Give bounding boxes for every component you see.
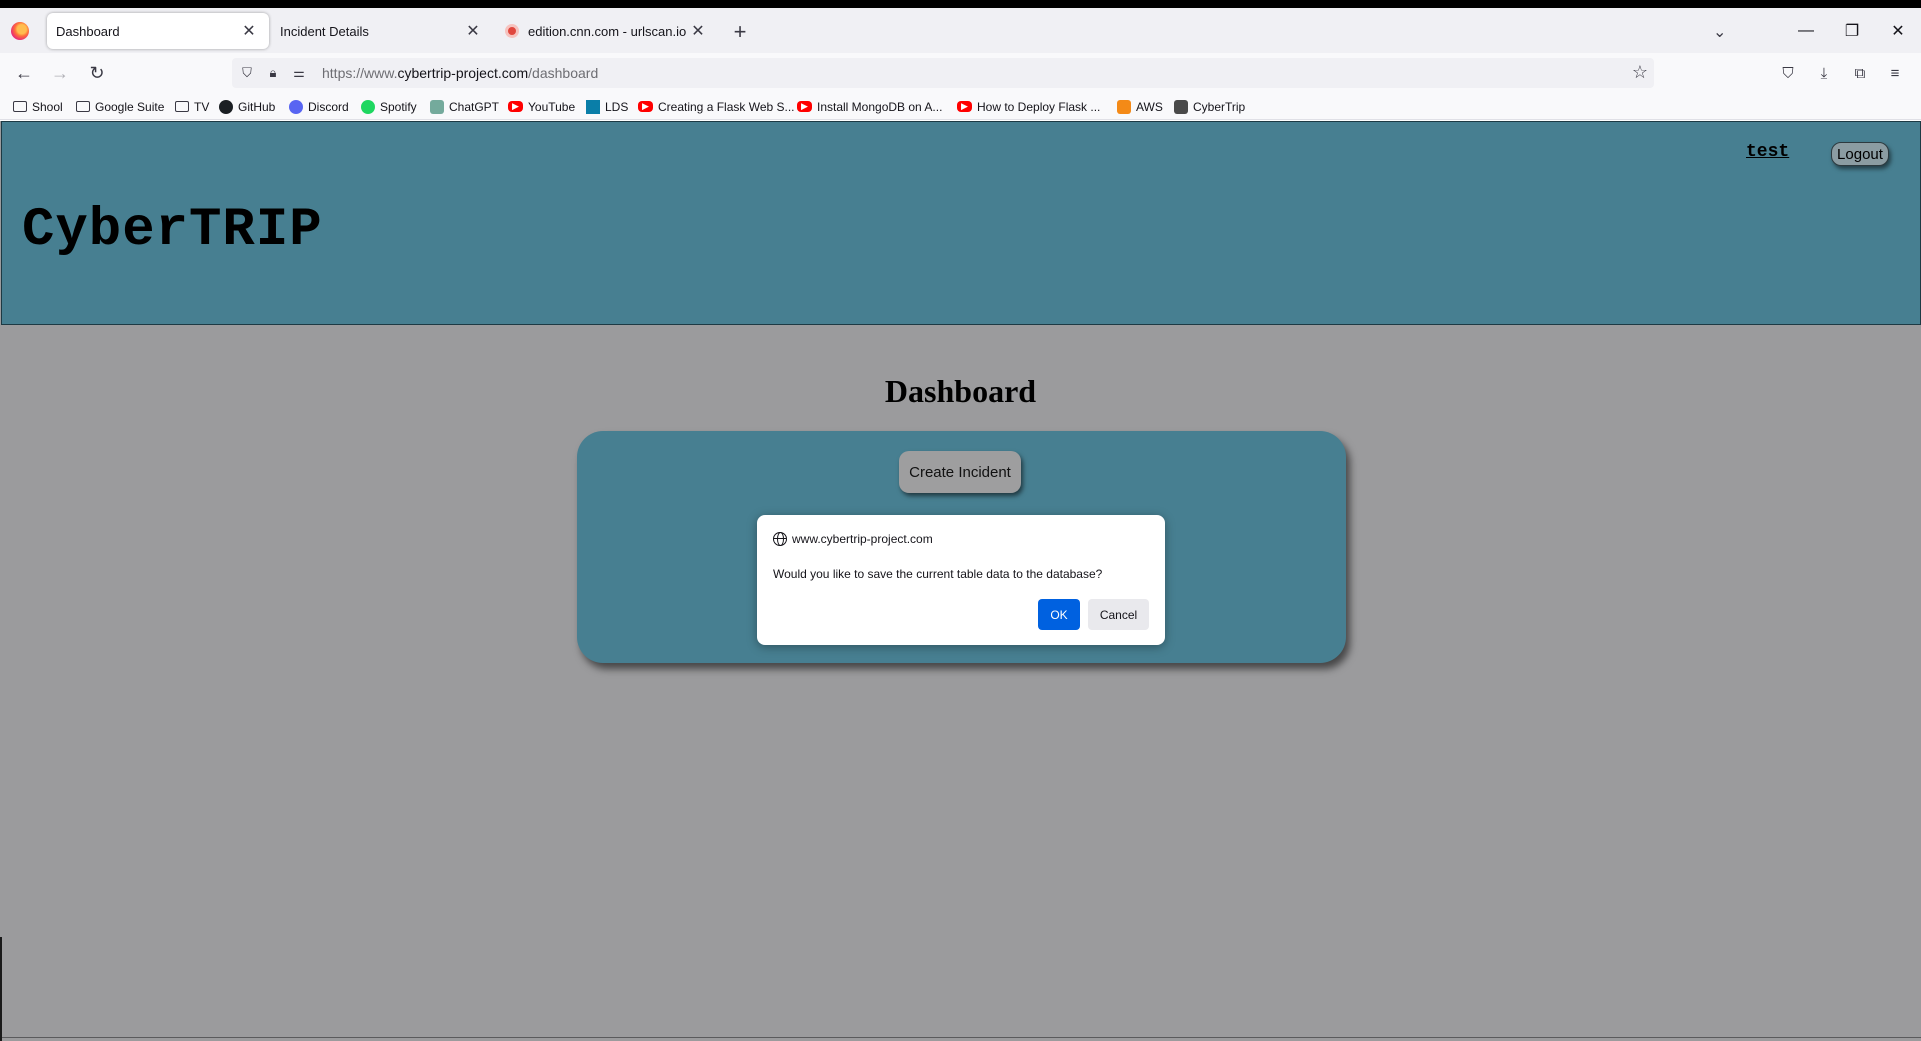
- tab-bar: Dashboard ✕ Incident Details ✕ edition.c…: [0, 8, 1921, 53]
- youtube-icon: ▶: [638, 101, 653, 112]
- user-link[interactable]: test: [1746, 142, 1789, 162]
- dialog-origin: www.cybertrip-project.com: [773, 532, 933, 546]
- ok-button[interactable]: OK: [1038, 599, 1080, 630]
- github-icon: [219, 99, 233, 114]
- cybertrip-icon: [1174, 99, 1188, 114]
- bookmark-label: Google Suite: [95, 99, 165, 114]
- bookmark-label: GitHub: [238, 99, 276, 114]
- logout-button[interactable]: Logout: [1831, 142, 1889, 166]
- url-text[interactable]: https://www.cybertrip-project.com/dashbo…: [322, 65, 598, 81]
- bookmark-label: Shool: [32, 99, 63, 114]
- restore-icon[interactable]: ❐: [1829, 8, 1875, 53]
- minimize-icon[interactable]: —: [1783, 8, 1829, 53]
- bookmark-cybertrip[interactable]: CyberTrip: [1174, 97, 1245, 116]
- page-title: Dashboard: [884, 373, 1037, 409]
- bookmark-label: YouTube: [528, 99, 576, 114]
- bookmark-label: Discord: [308, 99, 349, 114]
- download-icon[interactable]: ⤓: [1813, 62, 1835, 84]
- navigation-toolbar: ← → ↻ ⛉ 🔒︎ ⚌ https://www.cybertrip-proje…: [0, 53, 1921, 93]
- url-domain: cybertrip-project.com: [397, 65, 529, 81]
- reload-icon[interactable]: ↻: [84, 60, 110, 86]
- bookmark-tv[interactable]: TV: [175, 97, 209, 116]
- address-bar[interactable]: ⛉ 🔒︎ ⚌ https://www.cybertrip-project.com…: [232, 58, 1654, 88]
- site-title: CyberTRIP: [22, 200, 323, 261]
- back-arrow-icon[interactable]: ←: [11, 60, 37, 86]
- folder-icon: [13, 101, 27, 112]
- tab-label: Dashboard: [56, 23, 120, 39]
- bookmark-chatgpt[interactable]: ChatGPT: [430, 97, 499, 116]
- tab-urlscan[interactable]: edition.cnn.com - urlscan.io ✕: [496, 13, 718, 49]
- dialog-origin-text: www.cybertrip-project.com: [792, 532, 933, 546]
- chatgpt-icon: [430, 99, 444, 114]
- tab-label: edition.cnn.com - urlscan.io: [528, 23, 687, 39]
- create-incident-button[interactable]: Create Incident: [899, 451, 1021, 493]
- confirm-dialog: www.cybertrip-project.com Would you like…: [757, 515, 1165, 645]
- folder-icon: [76, 101, 90, 112]
- bookmark-label: TV: [194, 99, 210, 114]
- url-prefix: https://www.: [322, 65, 398, 81]
- globe-icon: [773, 532, 787, 546]
- extensions-icon[interactable]: ⧉: [1849, 62, 1871, 84]
- bookmark-label: Spotify: [380, 99, 417, 114]
- bookmark-lds[interactable]: LDS: [586, 97, 628, 116]
- bookmark-label: ChatGPT: [449, 99, 500, 114]
- aws-icon: [1117, 99, 1131, 114]
- firefox-icon: [11, 22, 29, 40]
- youtube-icon: ▶: [797, 101, 812, 112]
- bookmark-label: LDS: [605, 99, 629, 114]
- bookmark-flask-web[interactable]: ▶ Creating a Flask Web S...: [638, 97, 795, 116]
- cancel-button[interactable]: Cancel: [1088, 599, 1149, 630]
- youtube-icon: ▶: [508, 101, 523, 112]
- window-edge: [0, 937, 2, 1041]
- discord-icon: [289, 99, 303, 114]
- bookmark-github[interactable]: GitHub: [219, 97, 275, 116]
- bookmark-label: Creating a Flask Web S...: [658, 99, 795, 114]
- tab-incident-details[interactable]: Incident Details ✕: [271, 13, 493, 49]
- site-header: CyberTRIP test Logout: [1, 121, 1921, 325]
- close-icon[interactable]: ✕: [688, 21, 708, 41]
- bookmarks-toolbar: Shool Google Suite TV GitHub Discord Spo…: [0, 93, 1921, 120]
- tab-label: Incident Details: [280, 23, 369, 39]
- dialog-message: Would you like to save the current table…: [773, 567, 1103, 581]
- bookmark-label: Install MongoDB on A...: [817, 99, 943, 114]
- urlscan-favicon-icon: [505, 24, 519, 38]
- forward-arrow-icon[interactable]: →: [47, 60, 73, 86]
- menu-icon[interactable]: ≡: [1884, 62, 1906, 84]
- tab-dashboard[interactable]: Dashboard ✕: [47, 13, 269, 49]
- bookmark-mongodb[interactable]: ▶ Install MongoDB on A...: [797, 97, 942, 116]
- spotify-icon: [361, 99, 375, 114]
- bookmark-spotify[interactable]: Spotify: [361, 97, 417, 116]
- bookmark-label: CyberTrip: [1193, 99, 1246, 114]
- bottom-divider: [0, 1037, 1921, 1038]
- bookmark-label: AWS: [1136, 99, 1163, 114]
- window-close-icon[interactable]: ✕: [1875, 8, 1921, 53]
- pocket-icon[interactable]: ⛉: [1777, 62, 1799, 84]
- close-icon[interactable]: ✕: [463, 21, 483, 41]
- window-top-border: [0, 0, 1921, 8]
- bookmark-youtube[interactable]: ▶ YouTube: [508, 97, 575, 116]
- bookmark-aws[interactable]: AWS: [1117, 97, 1163, 116]
- bookmark-label: How to Deploy Flask ...: [977, 99, 1101, 114]
- bookmark-star-icon[interactable]: ☆: [1632, 62, 1648, 83]
- bookmark-shool[interactable]: Shool: [13, 97, 63, 116]
- permissions-icon[interactable]: ⚌: [290, 64, 308, 82]
- chevron-down-icon[interactable]: ⌄: [1713, 22, 1726, 42]
- close-icon[interactable]: ✕: [239, 21, 259, 41]
- bookmark-google-suite[interactable]: Google Suite: [76, 97, 164, 116]
- lds-icon: [586, 99, 600, 114]
- lock-icon[interactable]: 🔒︎: [264, 64, 282, 82]
- bookmark-deploy-flask[interactable]: ▶ How to Deploy Flask ...: [957, 97, 1100, 116]
- bookmark-discord[interactable]: Discord: [289, 97, 349, 116]
- youtube-icon: ▶: [957, 101, 972, 112]
- new-tab-plus-icon[interactable]: +: [728, 21, 752, 45]
- folder-icon: [175, 101, 189, 112]
- url-path: /dashboard: [528, 65, 599, 81]
- shield-icon[interactable]: ⛉: [238, 64, 256, 82]
